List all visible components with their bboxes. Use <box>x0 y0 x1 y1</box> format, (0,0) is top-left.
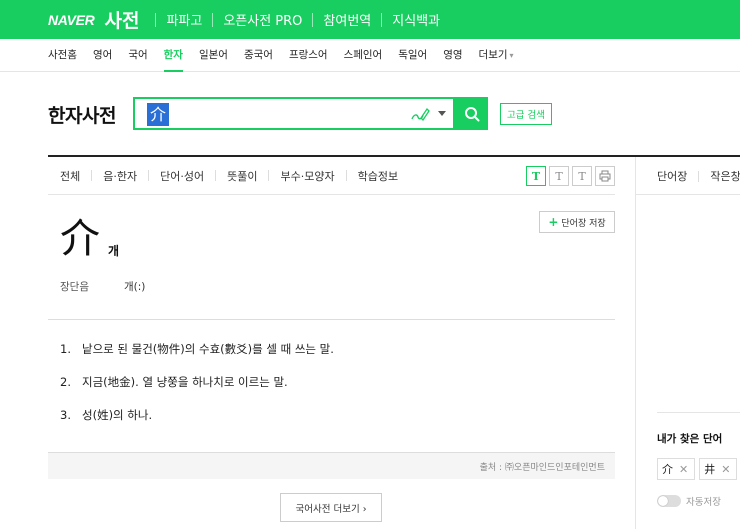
save-to-wordbook-label: 단어장 저장 <box>561 218 606 229</box>
search-icon <box>464 106 479 121</box>
dictionary-logo[interactable]: 사전 <box>104 6 139 33</box>
naver-logo[interactable]: NAVER <box>48 12 95 28</box>
divider <box>48 319 615 320</box>
toggle-switch-icon[interactable] <box>657 495 681 507</box>
divider <box>212 12 214 27</box>
top-menu-papago[interactable]: 파파고 <box>166 10 202 29</box>
long-short-value: 개(:) <box>124 281 146 293</box>
definition-number: 3. <box>60 408 71 422</box>
tab-study-info[interactable]: 학습정보 <box>358 168 398 184</box>
lang-nav-english[interactable]: 영어 <box>93 39 112 72</box>
divider <box>312 12 314 27</box>
advanced-search-button[interactable]: 고급 검색 <box>500 103 552 125</box>
font-style-serif-button[interactable]: T <box>549 166 569 186</box>
source-credit: 출처 : ㈜오픈마인드인포테인먼트 <box>48 452 615 479</box>
recent-word-chip[interactable]: 井 ✕ <box>699 458 738 480</box>
top-menu-open-dict-pro[interactable]: 오픈사전 PRO <box>223 10 302 29</box>
divider <box>345 170 347 181</box>
entry-hanja: 介 <box>60 216 100 262</box>
close-icon[interactable]: ✕ <box>679 463 688 476</box>
tab-meaning[interactable]: 뜻풀이 <box>227 168 257 184</box>
top-menu-encyclopedia[interactable]: 지식백과 <box>392 10 440 29</box>
korean-dictionary-more-button[interactable]: 국어사전 더보기 › <box>280 493 382 522</box>
plus-icon: + <box>548 215 559 229</box>
font-style-buttons: T T T <box>526 166 618 186</box>
lang-nav-japanese[interactable]: 일본어 <box>199 39 228 72</box>
top-header: NAVER 사전 파파고 오픈사전 PRO 참여번역 지식백과 <box>0 0 740 39</box>
divider <box>657 412 740 413</box>
lang-nav-chinese[interactable]: 중국어 <box>244 39 273 72</box>
lang-nav-spanish[interactable]: 스페인어 <box>344 39 383 72</box>
divider <box>215 170 217 181</box>
divider <box>148 170 150 181</box>
divider <box>636 194 740 195</box>
definition-text: 낱으로 된 물건(物件)의 수효(數爻)를 셀 때 쓰는 말. <box>82 342 334 356</box>
recent-words-list: 介 ✕ 井 ✕ <box>657 458 740 480</box>
definition-item: 2. 지금(地金). 열 냥쭝을 하나치로 이르는 말. <box>60 374 334 390</box>
close-icon[interactable]: ✕ <box>721 463 730 476</box>
page-title: 한자사전 <box>48 105 116 127</box>
lang-nav-more[interactable]: 더보기 ▾ <box>479 39 514 72</box>
lang-nav-french[interactable]: 프랑스어 <box>289 39 328 72</box>
search-query-text[interactable]: 介 <box>147 103 170 126</box>
lang-nav-home[interactable]: 사전홈 <box>48 39 77 72</box>
print-icon <box>599 170 611 182</box>
lang-nav-german[interactable]: 독일어 <box>398 39 427 72</box>
definition-number: 1. <box>60 342 71 356</box>
lang-nav-english-english[interactable]: 영영 <box>443 39 462 72</box>
top-menu: 파파고 오픈사전 PRO 참여번역 지식백과 <box>145 10 440 29</box>
definition-item: 3. 성(姓)의 하나. <box>60 407 334 423</box>
definition-number: 2. <box>60 375 71 389</box>
lang-nav-hanja[interactable]: 한자 <box>163 39 184 72</box>
divider <box>91 170 93 181</box>
entry-reading: 개 <box>108 244 120 258</box>
divider <box>268 170 270 181</box>
definition-text: 성(姓)의 하나. <box>82 408 153 422</box>
recent-words-title: 내가 찾은 단어 <box>657 433 723 445</box>
autosave-toggle[interactable]: 자동저장 <box>657 494 721 508</box>
tab-word-idiom[interactable]: 단어·성어 <box>160 168 204 184</box>
lang-nav-korean[interactable]: 국어 <box>128 39 147 72</box>
sidebar-tab-wordbook[interactable]: 단어장 <box>657 168 687 184</box>
tab-all[interactable]: 전체 <box>60 168 80 184</box>
language-nav: 사전홈 영어 국어 한자 일본어 중국어 프랑스어 스페인어 독일어 영영 더보… <box>0 39 740 72</box>
definition-item: 1. 낱으로 된 물건(物件)의 수효(數爻)를 셀 때 쓰는 말. <box>60 341 334 357</box>
chevron-down-icon: ▾ <box>509 50 514 60</box>
search-button[interactable] <box>455 97 488 130</box>
font-style-bold-button[interactable]: T <box>526 166 546 186</box>
autosave-label: 자동저장 <box>686 497 721 508</box>
sidebar-tabs: 단어장 작은창 <box>657 168 740 184</box>
search-input[interactable]: 介 <box>133 97 455 130</box>
divider <box>698 170 700 182</box>
top-menu-translation[interactable]: 참여번역 <box>323 10 371 29</box>
sidebar-tab-small-window[interactable]: 작은창 <box>710 168 740 184</box>
lang-nav-more-label: 더보기 <box>478 48 508 61</box>
divider <box>381 12 383 27</box>
handwriting-pen-icon[interactable] <box>410 105 430 123</box>
recent-word-text[interactable]: 井 <box>704 461 715 477</box>
tab-radical-shape[interactable]: 부수·모양자 <box>280 168 334 184</box>
long-short-label: 장단음 <box>60 281 89 293</box>
divider <box>155 12 157 27</box>
recent-word-chip[interactable]: 介 ✕ <box>657 458 696 480</box>
definition-text: 지금(地金). 열 냥쭝을 하나치로 이르는 말. <box>82 375 288 389</box>
save-to-wordbook-button[interactable]: + 단어장 저장 <box>539 211 615 233</box>
recent-word-text[interactable]: 介 <box>662 461 673 477</box>
caret-down-icon[interactable] <box>437 108 447 118</box>
print-button[interactable] <box>595 166 615 186</box>
sidebar-divider <box>635 157 636 529</box>
tab-sound-hanja[interactable]: 음·한자 <box>103 168 137 184</box>
definition-list: 1. 낱으로 된 물건(物件)의 수효(數爻)를 셀 때 쓰는 말. 2. 지금(地… <box>60 341 334 440</box>
font-style-large-button[interactable]: T <box>572 166 592 186</box>
